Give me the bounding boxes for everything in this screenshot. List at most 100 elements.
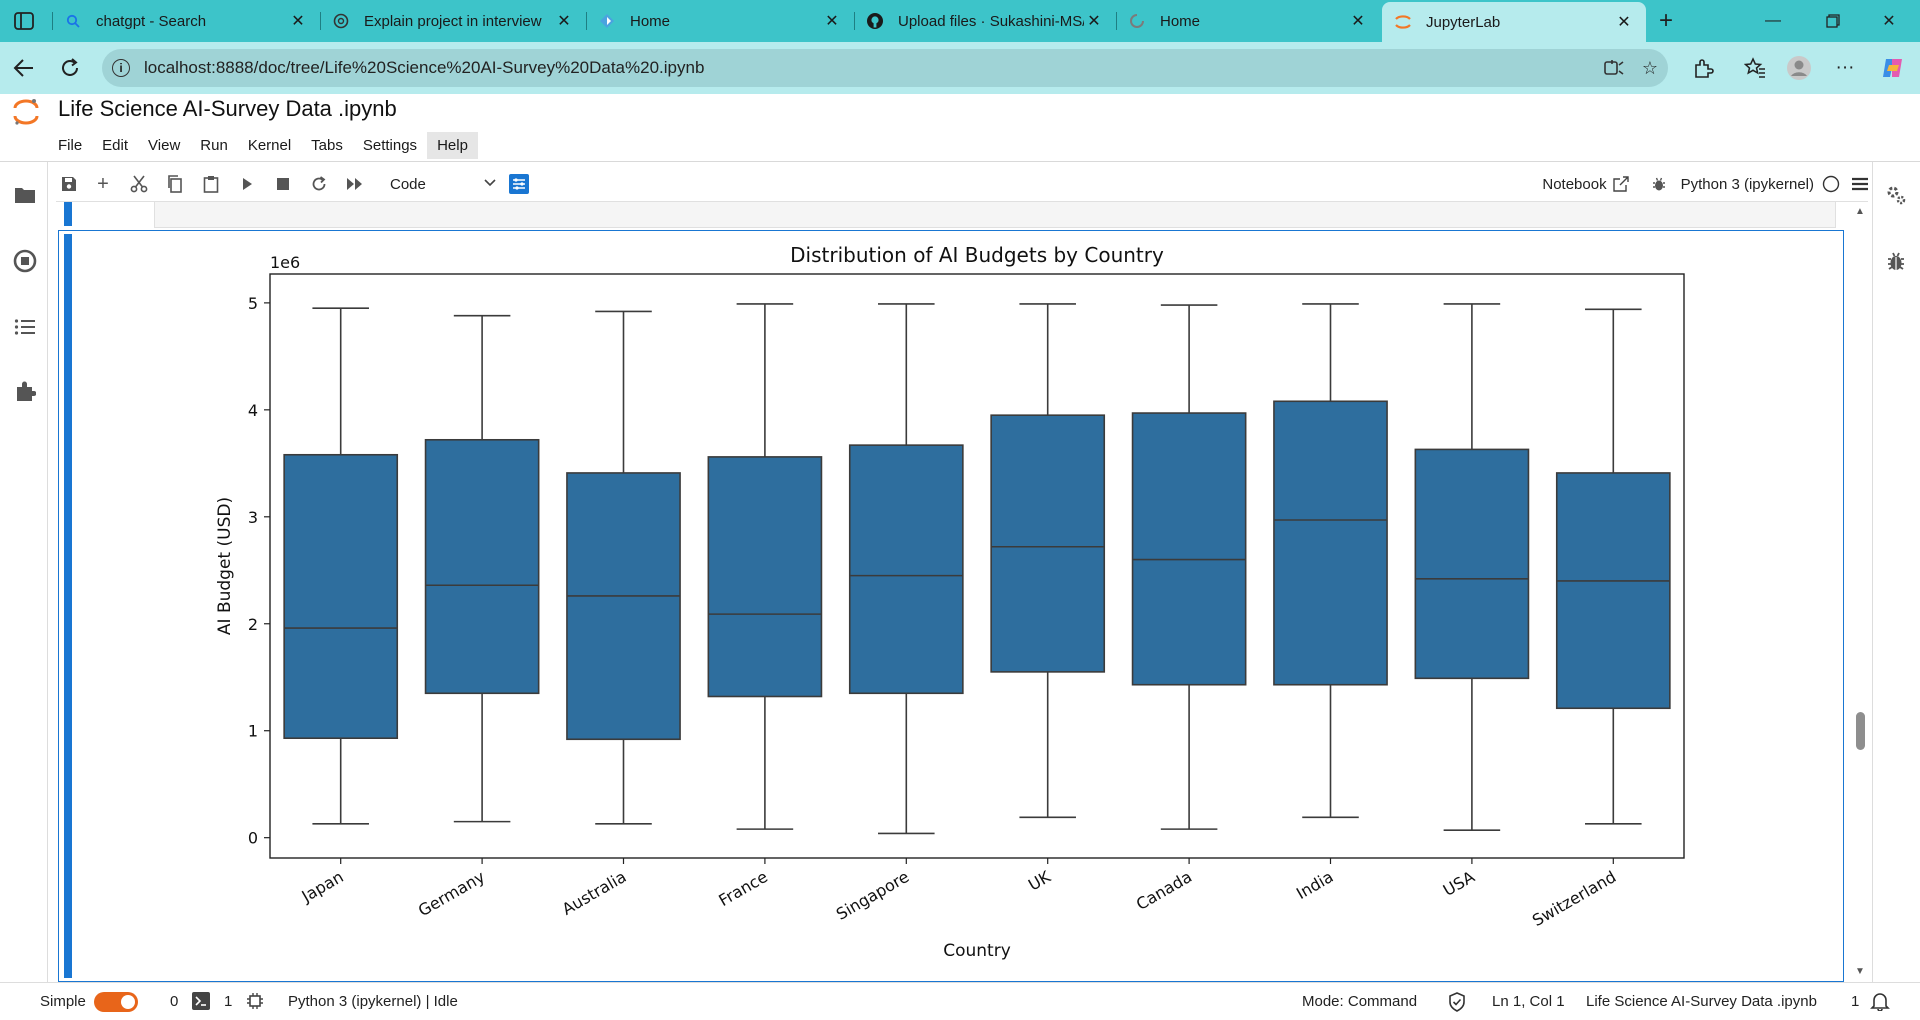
menu-view[interactable]: View — [138, 132, 190, 159]
table-of-contents-icon[interactable] — [12, 314, 38, 340]
run-cell-icon[interactable] — [234, 171, 260, 197]
menu-file[interactable]: File — [48, 132, 92, 159]
more-options-icon[interactable]: ··· — [1830, 54, 1860, 82]
browser-address-bar: i localhost:8888/doc/tree/Life%20Science… — [0, 42, 1920, 94]
copy-icon[interactable] — [162, 171, 188, 197]
save-icon[interactable] — [56, 171, 82, 197]
open-in-new-window-icon[interactable] — [1612, 176, 1629, 192]
copilot-icon[interactable] — [1878, 54, 1908, 82]
box-japan — [283, 453, 399, 740]
trusted-shield-icon[interactable] — [1448, 992, 1466, 1016]
command-mode-indicator: Mode: Command — [1302, 993, 1418, 1010]
box-australia — [566, 472, 681, 741]
terminal-count[interactable]: 0 — [170, 993, 178, 1010]
scroll-thumb[interactable] — [1856, 712, 1865, 750]
menu-run[interactable]: Run — [190, 132, 238, 159]
box-india — [1273, 400, 1388, 686]
restart-run-all-icon[interactable] — [342, 171, 368, 197]
close-tab-icon[interactable]: ✕ — [554, 11, 574, 31]
scroll-up-icon[interactable]: ▲ — [1855, 206, 1865, 217]
notebook-label[interactable]: Notebook — [1542, 176, 1606, 193]
browser-tab-home[interactable]: Home ✕ — [586, 4, 854, 38]
tab-actions-icon[interactable] — [12, 9, 36, 33]
menu-edit[interactable]: Edit — [92, 132, 138, 159]
kernel-area: Notebook Python 3 (ipykernel) — [1542, 166, 1868, 202]
menu-bar: File Edit View Run Kernel Tabs Settings … — [48, 132, 478, 159]
property-inspector-toggle-icon[interactable] — [506, 171, 532, 197]
debugger-bug-icon[interactable] — [1651, 176, 1667, 192]
browser-tab-jupyterlab[interactable]: JupyterLab ✕ — [1382, 2, 1646, 42]
favorite-star-icon[interactable]: ☆ — [1638, 57, 1662, 79]
browser-tab-explain-project[interactable]: Explain project in interview ✕ — [320, 4, 586, 38]
box-uk — [990, 414, 1106, 673]
refresh-icon[interactable] — [56, 54, 84, 82]
y-axis: 0 1 2 3 4 5 — [248, 294, 270, 848]
extension-manager-puzzle-icon[interactable] — [12, 378, 38, 404]
notebook-scrollbar[interactable]: ▲ ▼ — [1852, 202, 1868, 982]
browser-tab-bar: chatgpt - Search ✕ Explain project in in… — [0, 0, 1920, 42]
cursor-position[interactable]: Ln 1, Col 1 — [1492, 993, 1565, 1010]
extensions-icon[interactable] — [1688, 54, 1718, 82]
menu-settings[interactable]: Settings — [353, 132, 427, 159]
paste-icon[interactable] — [198, 171, 224, 197]
cell-collapser[interactable] — [64, 234, 72, 978]
box-singapore — [848, 444, 964, 695]
site-info-icon[interactable]: i — [112, 59, 130, 77]
chart-title: Distribution of AI Budgets by Country — [790, 243, 1164, 267]
back-icon[interactable] — [10, 54, 38, 82]
simple-mode-label: Simple — [40, 993, 86, 1010]
close-tab-icon[interactable]: ✕ — [1084, 11, 1104, 31]
x-tick-label: Switzerland — [1529, 867, 1619, 930]
kernel-name[interactable]: Python 3 (ipykernel) — [1681, 176, 1814, 193]
close-tab-icon[interactable]: ✕ — [1614, 12, 1634, 32]
jupyter-icon — [1394, 13, 1412, 31]
simple-mode-toggle[interactable] — [94, 992, 138, 1012]
new-tab-button[interactable]: + — [1652, 7, 1680, 34]
menu-kernel[interactable]: Kernel — [238, 132, 301, 159]
debugger-bug-icon[interactable] — [1883, 248, 1909, 274]
cut-icon[interactable] — [126, 171, 152, 197]
profile-avatar-icon[interactable] — [1784, 54, 1814, 82]
running-kernels-stop-icon[interactable] — [12, 248, 38, 274]
chevron-down-icon — [482, 174, 498, 194]
menu-tabs[interactable]: Tabs — [301, 132, 353, 159]
file-browser-folder-icon[interactable] — [12, 182, 38, 208]
menu-help[interactable]: Help — [427, 132, 478, 159]
browser-tab-chatgpt-search[interactable]: chatgpt - Search ✕ — [52, 4, 320, 38]
close-tab-icon[interactable]: ✕ — [822, 11, 842, 31]
property-inspector-gears-icon[interactable] — [1883, 182, 1909, 208]
cell-type-value: Code — [390, 175, 426, 193]
kernel-count[interactable]: 1 — [224, 993, 232, 1010]
browser-tab-home-2[interactable]: Home ✕ — [1116, 4, 1380, 38]
minimize-button[interactable]: — — [1750, 6, 1796, 36]
hamburger-menu-icon[interactable] — [1852, 177, 1868, 191]
interrupt-kernel-icon[interactable] — [270, 171, 296, 197]
kernel-chip-icon — [246, 992, 264, 1014]
kernel-status[interactable]: Python 3 (ipykernel) | Idle — [288, 993, 458, 1010]
notification-count[interactable]: 1 — [1851, 993, 1859, 1010]
left-sidebar — [0, 162, 48, 982]
restart-kernel-icon[interactable] — [306, 171, 332, 197]
close-tab-icon[interactable]: ✕ — [288, 11, 308, 31]
url-bar[interactable]: i localhost:8888/doc/tree/Life%20Science… — [102, 49, 1668, 87]
notification-bell-icon[interactable] — [1870, 991, 1890, 1015]
previous-cell-collapser[interactable] — [64, 202, 72, 226]
favorites-icon[interactable] — [1740, 54, 1770, 82]
x-tick-label: Australia — [559, 867, 630, 919]
cell-type-dropdown[interactable]: Code — [384, 171, 502, 197]
browser-tab-github-upload[interactable]: Upload files · Sukashini-MS/ ✕ — [854, 4, 1116, 38]
y-tick-label: 1 — [248, 722, 258, 741]
right-sidebar — [1872, 162, 1920, 982]
boxplot-chart: 0 1 2 3 4 5 Japan Germany Australia France Singap… — [215, 243, 1685, 961]
x-tick-label: USA — [1440, 867, 1478, 900]
insert-cell-icon[interactable]: + — [90, 171, 116, 197]
terminal-icon — [192, 992, 210, 1014]
close-tab-icon[interactable]: ✕ — [1348, 11, 1368, 31]
close-window-button[interactable]: ✕ — [1866, 6, 1912, 36]
x-tick-label: UK — [1025, 867, 1054, 895]
url-text[interactable]: localhost:8888/doc/tree/Life%20Science%2… — [144, 58, 704, 78]
scroll-down-icon[interactable]: ▼ — [1855, 966, 1865, 977]
restore-button[interactable] — [1810, 6, 1856, 36]
read-aloud-icon[interactable] — [1602, 57, 1626, 79]
tab-label: Upload files · Sukashini-MS/ — [898, 12, 1084, 30]
